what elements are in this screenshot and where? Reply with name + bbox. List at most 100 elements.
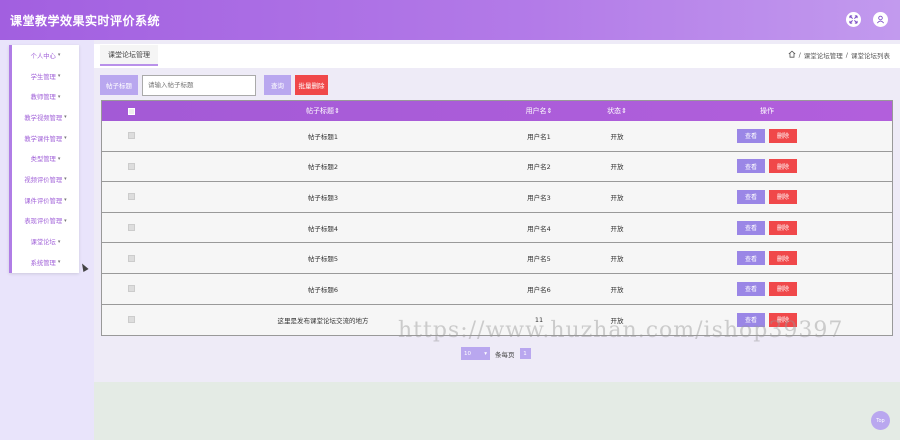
- cell-title: 帖子标题3: [307, 193, 339, 202]
- table-row: 帖子标题2 用户名2 开放 查看 删除: [102, 151, 892, 183]
- cell-title: 帖子标题2: [307, 163, 339, 172]
- delete-button[interactable]: 删除: [769, 220, 797, 235]
- sidebar-item[interactable]: 课件评价管理 ▾: [12, 190, 79, 211]
- delete-button[interactable]: 删除: [769, 159, 797, 174]
- sidebar-item[interactable]: 教学课件管理 ▾: [12, 128, 79, 149]
- sidebar-item-label: 学生管理: [30, 73, 56, 81]
- home-icon[interactable]: [788, 50, 796, 60]
- sidebar-item-label: 教学视频管理: [24, 114, 63, 122]
- page-size-select[interactable]: 10 ▾: [461, 347, 490, 360]
- caret-down-icon: ▾: [64, 217, 67, 224]
- breadcrumb-separator: /: [845, 51, 848, 59]
- cell-title: 帖子标题6: [307, 285, 339, 294]
- sidebar-item-label: 视频评价管理: [24, 176, 63, 184]
- delete-button[interactable]: 删除: [769, 281, 797, 296]
- forum-table: 帖子标题⇕ 用户名⇕ 状态⇕ 操作 帖子标题1 用户名1 开放 查看 删除 帖子标题2 用户…: [101, 100, 893, 337]
- sidebar-item[interactable]: 个人中心 ▾: [12, 45, 79, 66]
- caret-down-icon: ▾: [64, 135, 67, 142]
- delete-button[interactable]: 删除: [769, 128, 797, 143]
- column-header-actions: 操作: [760, 107, 774, 115]
- breadcrumb: / 课堂论坛管理 / 课堂论坛列表: [788, 50, 890, 60]
- row-checkbox[interactable]: [127, 132, 135, 140]
- cell-status: 开放: [610, 193, 624, 202]
- cell-status: 开放: [610, 224, 624, 233]
- breadcrumb-bar: [94, 44, 900, 68]
- caret-down-icon: ▾: [57, 238, 61, 245]
- page-number-current[interactable]: 1: [519, 348, 531, 359]
- column-header-user[interactable]: 用户名⇕: [486, 106, 592, 116]
- caret-down-icon: ▾: [64, 176, 67, 183]
- table-row: 帖子标题1 用户名1 开放 查看 删除: [102, 121, 892, 152]
- sidebar-item[interactable]: 类型管理 ▾: [12, 148, 79, 169]
- breadcrumb-separator: /: [798, 51, 801, 59]
- sidebar-item-label: 教学课件管理: [24, 135, 63, 143]
- mouse-cursor-icon: [79, 262, 89, 272]
- sidebar-item-label: 教师管理: [30, 94, 56, 102]
- view-button[interactable]: 查看: [737, 189, 765, 204]
- search-bar: 帖子标题 查询 批量删除: [100, 74, 328, 96]
- caret-down-icon: ▾: [57, 73, 61, 80]
- caret-down-icon: ▾: [57, 93, 61, 100]
- view-button[interactable]: 查看: [737, 281, 765, 296]
- user-icon[interactable]: [873, 12, 888, 27]
- row-checkbox[interactable]: [127, 316, 135, 324]
- cell-title: 帖子标题4: [307, 224, 339, 233]
- caret-down-icon: ▾: [57, 155, 61, 162]
- query-button[interactable]: 查询: [264, 75, 291, 95]
- cell-status: 开放: [610, 255, 624, 264]
- caret-down-icon: ▾: [64, 197, 67, 204]
- column-header-title[interactable]: 帖子标题⇕: [160, 106, 486, 116]
- column-header-status[interactable]: 状态⇕: [592, 106, 642, 116]
- sidebar-item-label: 课件评价管理: [24, 197, 63, 205]
- delete-button[interactable]: 删除: [769, 189, 797, 204]
- search-input[interactable]: [142, 74, 256, 96]
- sidebar-item[interactable]: 课堂论坛 ▾: [12, 231, 79, 252]
- search-field-label: 帖子标题: [100, 75, 138, 95]
- table-row: 帖子标题6 用户名6 开放 查看 删除: [102, 273, 892, 305]
- row-checkbox[interactable]: [127, 254, 135, 262]
- sidebar-item-label: 个人中心: [30, 52, 56, 60]
- top-header: 课堂教学效果实时评价系统: [0, 0, 900, 40]
- watermark: https://www.huzhan.com/ishop39397: [398, 318, 844, 343]
- view-button[interactable]: 查看: [737, 128, 765, 143]
- cell-title: 帖子标题5: [307, 255, 339, 264]
- sidebar-item-label: 类型管理: [30, 156, 56, 164]
- select-all-checkbox[interactable]: [127, 107, 135, 115]
- table-header: 帖子标题⇕ 用户名⇕ 状态⇕ 操作: [102, 101, 892, 121]
- breadcrumb-item: 课堂论坛列表: [851, 52, 890, 60]
- sidebar-item[interactable]: 视频评价管理 ▾: [12, 169, 79, 190]
- delete-button[interactable]: 删除: [769, 251, 797, 266]
- cell-status: 开放: [610, 132, 624, 141]
- row-checkbox[interactable]: [127, 285, 135, 293]
- cell-user: 用户名2: [527, 163, 551, 172]
- sidebar-item[interactable]: 学生管理 ▾: [12, 66, 79, 87]
- cell-status: 开放: [610, 285, 624, 294]
- row-checkbox[interactable]: [127, 193, 135, 201]
- cell-status: 开放: [610, 163, 624, 172]
- chevron-down-icon: ▾: [484, 350, 487, 357]
- cell-title: 帖子标题1: [307, 132, 339, 141]
- background-ground: [94, 382, 900, 440]
- fullscreen-icon[interactable]: [846, 12, 861, 27]
- caret-down-icon: ▾: [57, 52, 61, 59]
- sidebar-item[interactable]: 教学视频管理 ▾: [12, 107, 79, 128]
- sidebar-item[interactable]: 教师管理 ▾: [12, 86, 79, 107]
- tab-forum-management[interactable]: 课堂论坛管理: [100, 45, 158, 66]
- sidebar: 个人中心 ▾ 学生管理 ▾ 教师管理 ▾ 教学视频管理 ▾ 教学课件管理 ▾ 类型管理 ▾ 视频评价管理…: [9, 45, 79, 273]
- back-to-top-button[interactable]: Top: [871, 411, 890, 430]
- view-button[interactable]: 查看: [737, 159, 765, 174]
- cell-user: 用户名3: [527, 193, 551, 202]
- cell-user: 用户名6: [527, 285, 551, 294]
- table-row: 帖子标题4 用户名4 开放 查看 删除: [102, 212, 892, 244]
- sidebar-item-label: 课堂论坛: [30, 239, 56, 247]
- row-checkbox[interactable]: [127, 162, 135, 170]
- per-page-label: 条每页: [495, 350, 515, 359]
- sidebar-item[interactable]: 表现评价管理 ▾: [12, 211, 79, 232]
- app-title: 课堂教学效果实时评价系统: [10, 13, 161, 28]
- view-button[interactable]: 查看: [737, 251, 765, 266]
- view-button[interactable]: 查看: [737, 220, 765, 235]
- breadcrumb-item[interactable]: 课堂论坛管理: [804, 50, 843, 60]
- batch-delete-button[interactable]: 批量删除: [295, 75, 328, 95]
- sidebar-item[interactable]: 系统管理 ▾: [12, 252, 79, 273]
- row-checkbox[interactable]: [127, 224, 135, 232]
